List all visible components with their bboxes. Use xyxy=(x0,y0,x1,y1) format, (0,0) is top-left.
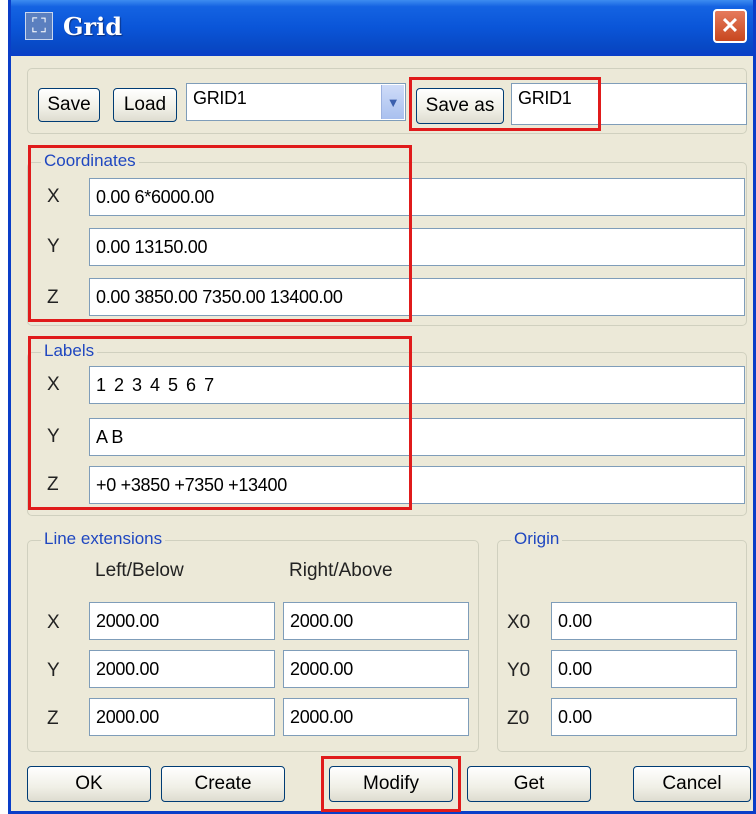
cancel-button[interactable]: Cancel xyxy=(633,766,751,802)
origin-y0-input[interactable]: 0.00 xyxy=(551,650,737,688)
chevron-down-icon[interactable]: ▼ xyxy=(381,85,404,119)
coordinates-highlight xyxy=(28,145,412,322)
ext-x-label: X xyxy=(47,612,60,633)
ext-z-label: Z xyxy=(47,708,59,729)
origin-y0-value: 0.00 xyxy=(558,658,592,679)
labels-highlight xyxy=(28,336,412,510)
title-bar[interactable]: ⛶ Grid ✕ xyxy=(11,0,753,56)
left-below-header: Left/Below xyxy=(95,560,184,581)
close-icon: ✕ xyxy=(720,13,740,38)
origin-y0-label: Y0 xyxy=(507,660,531,681)
ext-x-right-input[interactable]: 2000.00 xyxy=(283,602,469,640)
cancel-button-label: Cancel xyxy=(662,773,722,794)
origin-z0-value: 0.00 xyxy=(558,706,592,727)
ext-y-label: Y xyxy=(47,660,60,681)
grid-dialog: ⛶ Grid ✕ Save Load GRID1 ▼ Save as GRID1… xyxy=(8,0,756,814)
grid-name-select-value: GRID1 xyxy=(193,88,247,108)
load-button[interactable]: Load xyxy=(113,88,177,122)
ext-z-right-input[interactable]: 2000.00 xyxy=(283,698,469,736)
ext-z-right-value: 2000.00 xyxy=(290,706,353,727)
modify-highlight xyxy=(321,756,461,812)
save-button-label: Save xyxy=(47,94,91,115)
save-button[interactable]: Save xyxy=(38,88,100,122)
create-button[interactable]: Create xyxy=(161,766,285,802)
grid-name-select[interactable]: GRID1 ▼ xyxy=(186,83,406,121)
ext-y-left-input[interactable]: 2000.00 xyxy=(89,650,275,688)
ext-x-right-value: 2000.00 xyxy=(290,610,353,631)
origin-z0-label: Z0 xyxy=(507,708,530,729)
line-extensions-legend: Line extensions xyxy=(41,529,166,549)
get-button[interactable]: Get xyxy=(467,766,591,802)
origin-z0-input[interactable]: 0.00 xyxy=(551,698,737,736)
ext-x-left-value: 2000.00 xyxy=(96,610,159,631)
ext-y-right-value: 2000.00 xyxy=(290,658,353,679)
ext-x-left-input[interactable]: 2000.00 xyxy=(89,602,275,640)
origin-x0-label: X0 xyxy=(507,612,531,633)
save-as-highlight xyxy=(409,77,601,131)
origin-x0-input[interactable]: 0.00 xyxy=(551,602,737,640)
right-above-header: Right/Above xyxy=(289,560,393,581)
window-title: Grid xyxy=(63,12,123,41)
ext-z-left-input[interactable]: 2000.00 xyxy=(89,698,275,736)
ext-z-left-value: 2000.00 xyxy=(96,706,159,727)
ok-button[interactable]: OK xyxy=(27,766,151,802)
load-button-label: Load xyxy=(123,94,167,115)
grid-app-icon: ⛶ xyxy=(25,12,53,40)
ext-y-left-value: 2000.00 xyxy=(96,658,159,679)
origin-legend: Origin xyxy=(511,529,563,549)
create-button-label: Create xyxy=(194,773,252,794)
get-button-label: Get xyxy=(513,773,545,794)
ok-button-label: OK xyxy=(75,773,103,794)
close-button[interactable]: ✕ xyxy=(713,9,747,43)
origin-x0-value: 0.00 xyxy=(558,610,592,631)
ext-y-right-input[interactable]: 2000.00 xyxy=(283,650,469,688)
